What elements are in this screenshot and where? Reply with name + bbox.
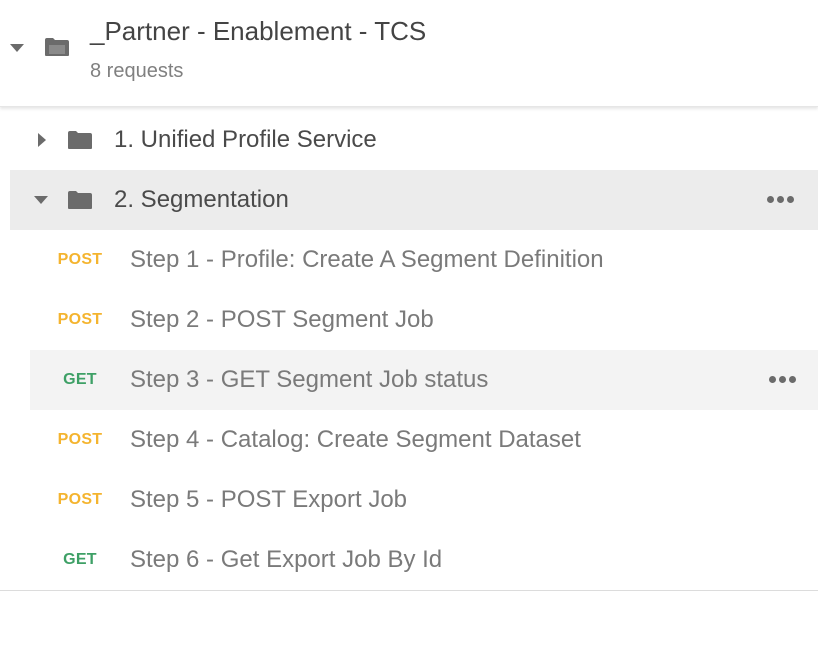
folder-open-icon [45, 38, 69, 56]
method-badge-post: POST [57, 491, 103, 508]
request-row[interactable]: POST Step 4 - Catalog: Create Segment Da… [30, 410, 818, 470]
folder-row-unified-profile-service[interactable]: 1. Unified Profile Service [10, 110, 818, 170]
folder-label: 2. Segmentation [114, 186, 289, 213]
request-name: Step 1 - Profile: Create A Segment Defin… [130, 246, 604, 273]
folder-row-segmentation[interactable]: 2. Segmentation [10, 170, 818, 230]
request-row[interactable]: GET Step 6 - Get Export Job By Id [30, 530, 818, 590]
method-badge-get: GET [63, 371, 97, 388]
folder-icon [68, 191, 92, 209]
more-dots-icon[interactable] [766, 350, 796, 410]
caret-down-icon[interactable] [10, 44, 24, 52]
method-badge-post: POST [57, 431, 103, 448]
collection-header[interactable]: _Partner - Enablement - TCS 8 requests [0, 0, 818, 107]
collection-title[interactable]: _Partner - Enablement - TCS [90, 16, 426, 47]
caret-down-icon[interactable] [34, 196, 48, 204]
request-name: Step 5 - POST Export Job [130, 486, 408, 513]
request-row[interactable]: POST Step 2 - POST Segment Job [30, 290, 818, 350]
request-row[interactable]: POST Step 5 - POST Export Job [30, 470, 818, 530]
method-badge-post: POST [57, 311, 103, 328]
method-badge-post: POST [57, 251, 103, 268]
caret-right-icon[interactable] [38, 133, 46, 147]
request-row[interactable]: GET Step 3 - GET Segment Job status [30, 350, 818, 410]
request-name: Step 2 - POST Segment Job [130, 306, 434, 333]
request-name: Step 6 - Get Export Job By Id [130, 546, 443, 573]
request-row[interactable]: POST Step 1 - Profile: Create A Segment … [30, 230, 818, 290]
section-divider [0, 590, 818, 591]
more-dots-icon[interactable] [764, 170, 794, 230]
folder-icon [68, 131, 92, 149]
request-name: Step 3 - GET Segment Job status [130, 366, 489, 393]
folder-label: 1. Unified Profile Service [114, 126, 377, 153]
collection-request-count: 8 requests [90, 60, 184, 82]
method-badge-get: GET [63, 551, 97, 568]
request-name: Step 4 - Catalog: Create Segment Dataset [130, 426, 581, 453]
